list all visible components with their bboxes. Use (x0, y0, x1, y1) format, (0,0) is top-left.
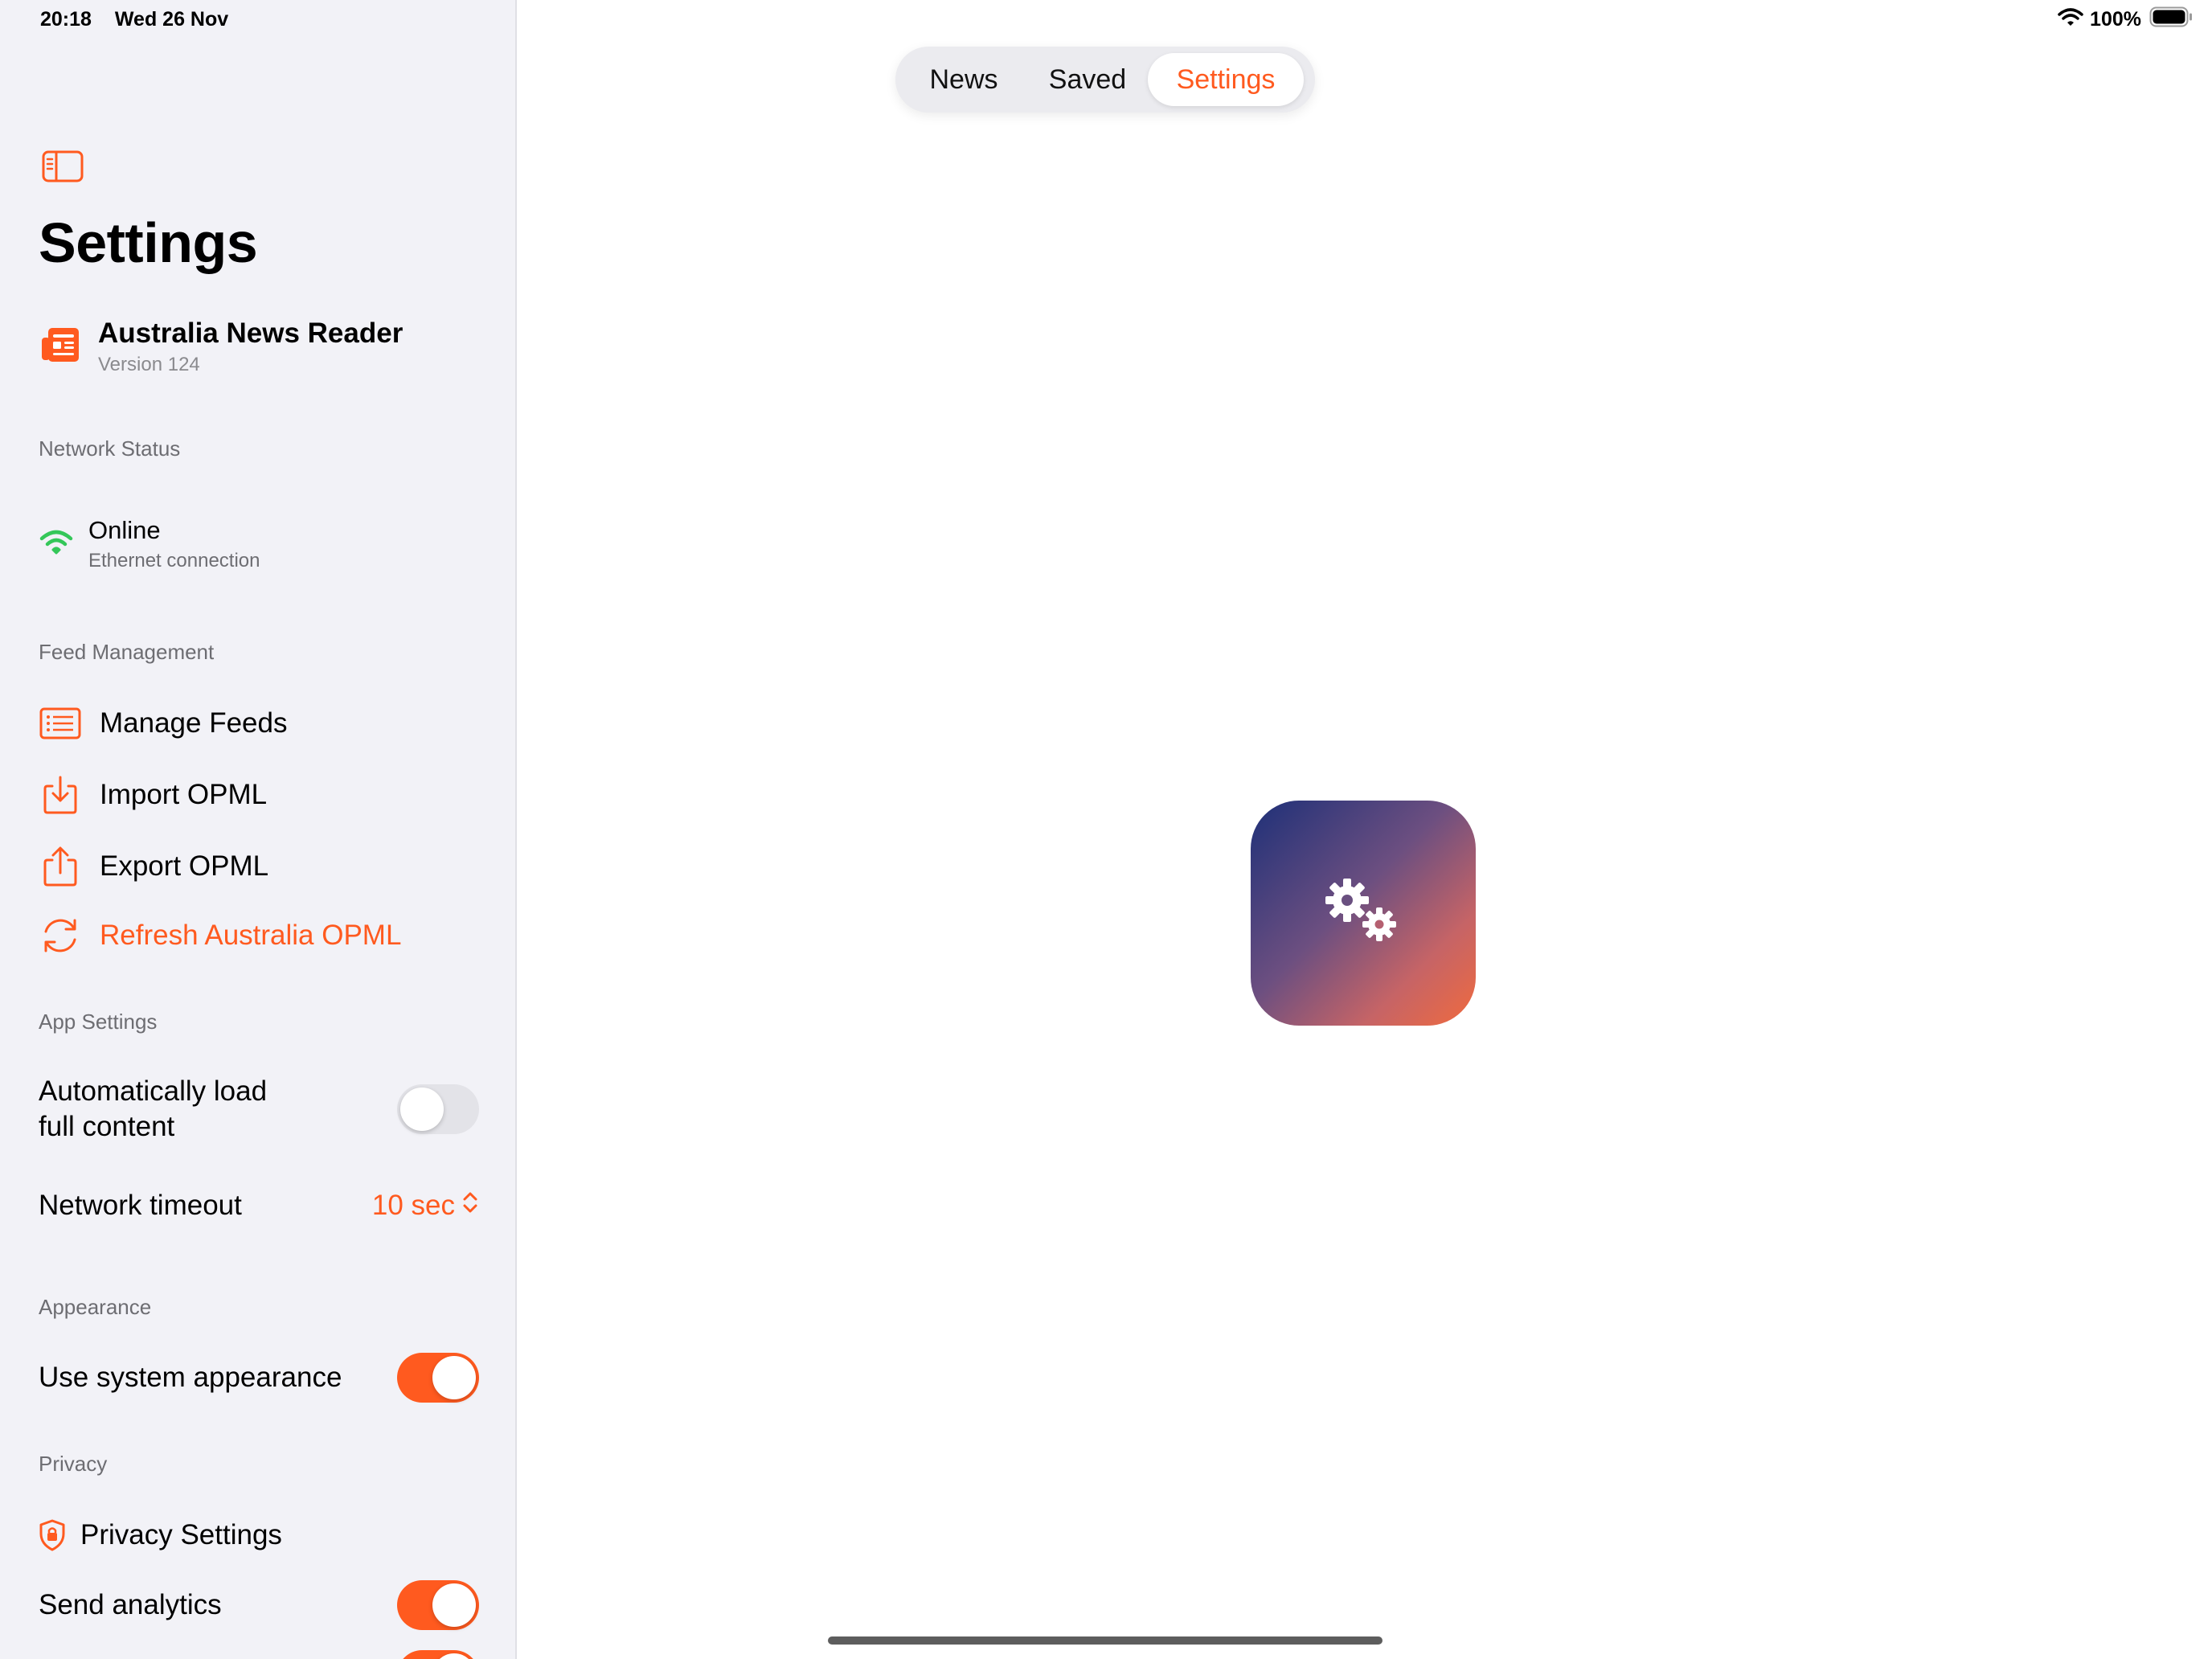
status-date: Wed 26 Nov (114, 8, 229, 31)
section-header-appearance: Appearance (39, 1295, 152, 1319)
tab-news[interactable]: News (900, 53, 1027, 106)
toggle-knob (400, 1088, 444, 1131)
network-timeout-picker[interactable]: 10 sec (372, 1190, 479, 1222)
home-indicator[interactable] (828, 1636, 1382, 1645)
sidebar-toggle-icon[interactable] (42, 150, 84, 182)
settings-illustration (1251, 801, 1476, 1026)
export-opml-button[interactable]: Export OPML (39, 842, 268, 891)
auto-load-toggle[interactable] (397, 1084, 479, 1134)
tab-bar: News Saved Settings (895, 47, 1315, 113)
battery-icon (2149, 6, 2193, 33)
manage-feeds-button[interactable]: Manage Feeds (39, 699, 287, 748)
system-appearance-toggle[interactable] (397, 1353, 479, 1403)
send-analytics-toggle[interactable] (397, 1580, 479, 1630)
toggle-knob (432, 1356, 476, 1399)
system-appearance-setting: Use system appearance (39, 1353, 479, 1403)
import-opml-button[interactable]: Import OPML (39, 771, 267, 819)
section-header-app-settings: App Settings (39, 1010, 158, 1034)
partial-toggle[interactable] (397, 1650, 479, 1659)
manage-feeds-label: Manage Feeds (100, 707, 288, 739)
list-icon (39, 702, 82, 745)
privacy-settings-label: Privacy Settings (80, 1519, 282, 1550)
refresh-australia-opml-button[interactable]: Refresh Australia OPML (39, 911, 401, 960)
screen: 20:18 Wed 26 Nov Settings Australia News… (0, 0, 2212, 1659)
app-name: Australia News Reader (98, 317, 403, 349)
network-status-text: Online (88, 516, 161, 544)
status-time: 20:18 (40, 8, 92, 31)
refresh-icon (39, 914, 82, 957)
toggle-knob (432, 1653, 476, 1659)
refresh-australia-opml-label: Refresh Australia OPML (100, 920, 402, 951)
network-timeout-value: 10 sec (371, 1190, 455, 1221)
section-header-network: Network Status (39, 436, 181, 461)
section-header-feed-management: Feed Management (39, 640, 215, 664)
network-status: Online Ethernet connection (39, 516, 260, 572)
chevron-up-down-icon (455, 1190, 479, 1222)
wifi-status-icon (2058, 7, 2083, 32)
system-appearance-label: Use system appearance (39, 1362, 342, 1393)
newspaper-icon (40, 325, 80, 365)
share-icon (39, 845, 82, 888)
network-timeout-label: Network timeout (39, 1190, 242, 1221)
import-icon (39, 773, 82, 817)
battery-percentage: 100% (2090, 8, 2141, 31)
sidebar: 20:18 Wed 26 Nov Settings Australia News… (0, 0, 517, 1659)
app-version: Version 124 (98, 354, 200, 375)
app-info: Australia News Reader Version 124 (40, 317, 403, 376)
section-header-privacy: Privacy (39, 1452, 108, 1476)
import-opml-label: Import OPML (100, 779, 268, 810)
page-title: Settings (39, 211, 258, 274)
shield-lock-icon (39, 1519, 66, 1551)
toggle-knob (432, 1583, 476, 1627)
auto-load-label-line2: full content (39, 1111, 175, 1142)
status-bar-right: 100% (2058, 6, 2193, 33)
auto-load-label-line1: Automatically load (39, 1075, 268, 1107)
network-timeout-setting: Network timeout 10 sec (39, 1188, 479, 1223)
auto-load-setting: Automatically load full content (39, 1074, 479, 1145)
send-analytics-label: Send analytics (39, 1589, 222, 1620)
tab-settings[interactable]: Settings (1148, 53, 1304, 106)
send-analytics-setting: Send analytics (39, 1580, 479, 1630)
tab-saved[interactable]: Saved (1027, 53, 1148, 106)
privacy-settings-button[interactable]: Privacy Settings (39, 1511, 282, 1559)
gears-icon (1315, 871, 1411, 956)
status-bar-left: 20:18 Wed 26 Nov (40, 8, 246, 31)
wifi-icon (39, 527, 74, 556)
network-connection-type: Ethernet connection (88, 550, 260, 571)
export-opml-label: Export OPML (100, 850, 269, 882)
